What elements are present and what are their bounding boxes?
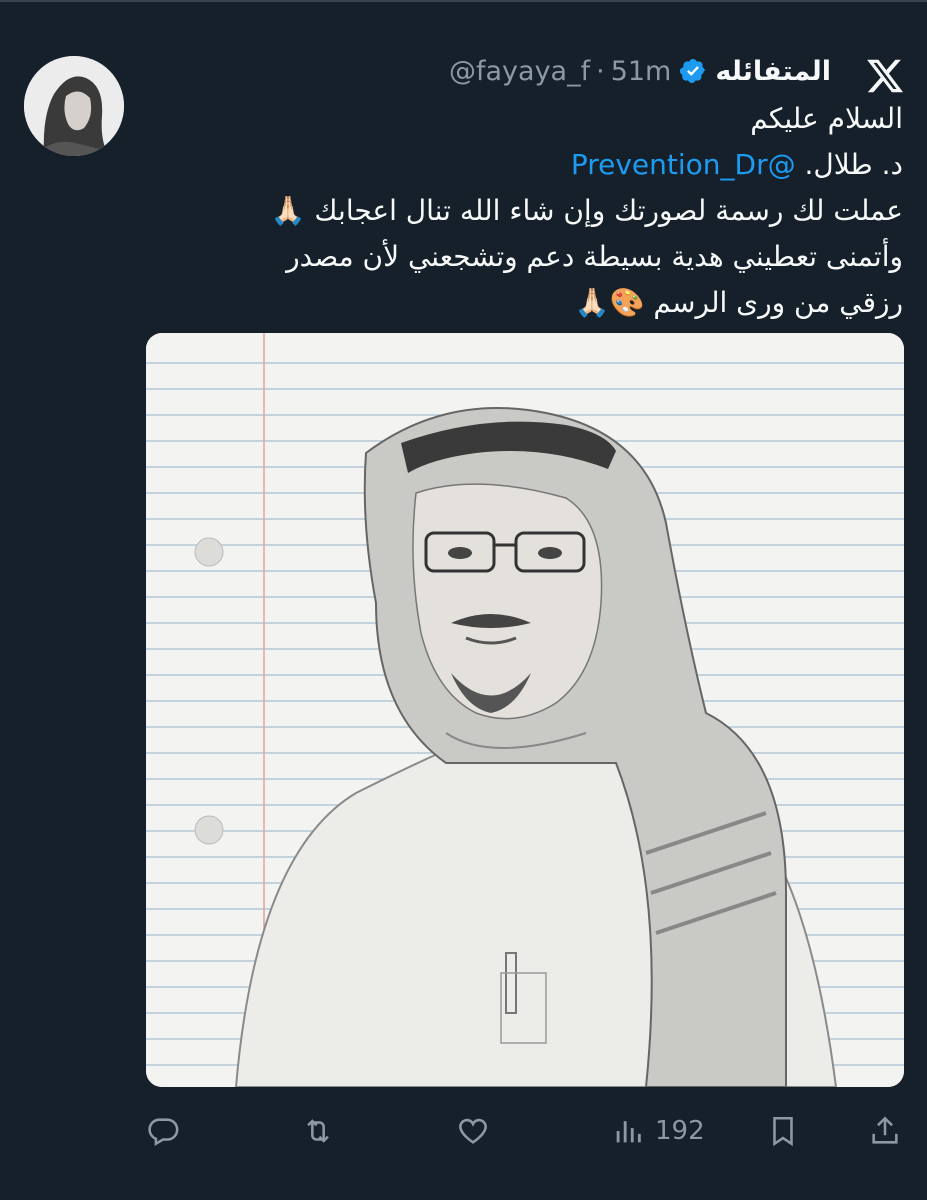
share-icon: [872, 1116, 898, 1144]
handle[interactable]: @fayaya_f: [449, 56, 590, 87]
views-button[interactable]: 192: [611, 1108, 705, 1154]
tweet-line-5: رزقي من ورى الرسم 🎨🙏🏻: [574, 286, 903, 319]
mention-link[interactable]: @Prevention_Dr: [571, 148, 796, 181]
pray-emoji: 🙏🏻: [270, 194, 306, 227]
tweet-line-4: وأتمنى تعطيني هدية بسيطة دعم وتشجعني لأن…: [286, 240, 903, 273]
tweet-line-3: عملت لك رسمة لصورتك وإن شاء الله تنال اع…: [270, 194, 903, 227]
tweet-media-image[interactable]: [146, 333, 904, 1087]
tweet-actions: 192: [146, 1108, 906, 1154]
retweet-icon: [307, 1119, 329, 1143]
palette-pray-emoji: 🎨🙏🏻: [574, 286, 645, 319]
heart-icon: [459, 1118, 487, 1144]
tweet-line-2: د. طلال. @Prevention_Dr: [143, 142, 903, 188]
tweet-text: السلام عليكم د. طلال. @Prevention_Dr عمل…: [143, 96, 903, 326]
tweet-line-2-text: د. طلال.: [804, 148, 903, 181]
top-divider: [0, 0, 927, 2]
views-count: 192: [655, 1116, 705, 1146]
share-button[interactable]: [868, 1108, 902, 1154]
verified-badge-icon: [679, 57, 707, 85]
bookmark-button[interactable]: [766, 1108, 800, 1154]
tweet-meta: @fayaya_f · 51m: [449, 56, 671, 87]
avatar[interactable]: [24, 56, 124, 156]
tweet-line-1: السلام عليكم: [750, 102, 903, 135]
pencil-portrait-drawing: [146, 333, 904, 1087]
retweet-button[interactable]: [301, 1108, 335, 1154]
views-icon: [616, 1121, 641, 1143]
timestamp[interactable]: 51m: [611, 56, 672, 87]
reply-button[interactable]: [146, 1108, 180, 1154]
bookmark-icon: [773, 1116, 793, 1147]
like-button[interactable]: [456, 1108, 490, 1154]
display-name[interactable]: المتفائله: [715, 56, 831, 87]
meta-separator: ·: [596, 55, 605, 87]
tweet-header: المتفائله @fayaya_f · 51m: [449, 54, 831, 88]
x-logo-icon[interactable]: [865, 56, 905, 96]
reply-icon: [148, 1118, 179, 1147]
